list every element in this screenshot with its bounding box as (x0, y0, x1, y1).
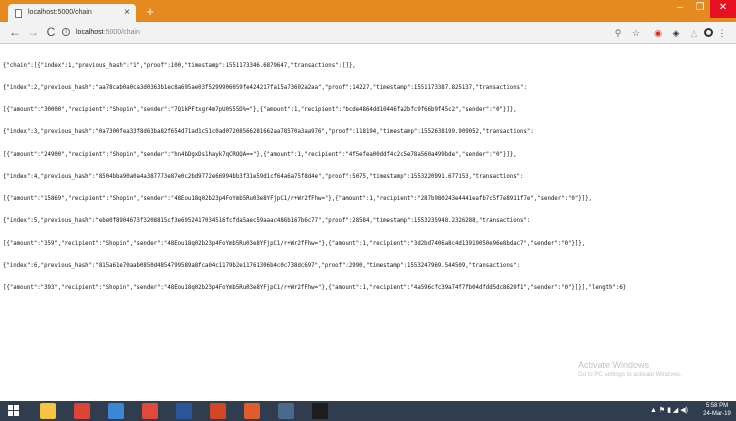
tab-close-icon[interactable]: × (124, 7, 130, 18)
file-explorer-icon[interactable] (40, 403, 56, 419)
url-host: localhost (76, 29, 104, 36)
tools-icon[interactable] (244, 403, 260, 419)
activate-windows-watermark: Activate Windows Go to PC settings to ac… (578, 360, 682, 380)
search-icon[interactable]: ⚲ (612, 27, 624, 39)
clock[interactable]: 5:58 PM 24-Mar-19 (698, 403, 736, 418)
json-line: {"index":6,"previous_hash":"815a61e70aab… (3, 262, 521, 269)
page-icon (15, 9, 22, 18)
json-line: {"chain":[{"index":1,"previous_hash":"1"… (3, 62, 356, 69)
powerpoint-icon[interactable] (210, 403, 226, 419)
tab-title: localhost:5000/chain (28, 9, 92, 16)
clock-date: 24-Mar-19 (703, 410, 731, 417)
extension-icon-3[interactable]: △ (688, 27, 700, 39)
address-bar[interactable]: i localhost:5000/chain (62, 25, 642, 41)
chrome-icon[interactable] (74, 403, 90, 419)
extension-icon[interactable]: ◉ (652, 27, 664, 39)
extension-icon-2[interactable]: ◈ (670, 27, 682, 39)
profile-avatar-icon[interactable] (702, 27, 714, 39)
minimize-button[interactable]: – (670, 0, 690, 18)
browser-toolbar: ← → C i localhost:5000/chain ⚲ ☆ ◉ ◈ △ ⋮ (0, 22, 736, 44)
bookmark-star-icon[interactable]: ☆ (630, 27, 642, 39)
media-player-icon[interactable] (108, 403, 124, 419)
browser-title-bar: localhost:5000/chain × + – ❐ ✕ (0, 0, 736, 22)
json-response: {"chain":[{"index":1,"previous_hash":"1"… (3, 48, 733, 307)
info-icon[interactable]: i (62, 28, 70, 37)
json-line: {"index":4,"previous_hash":"8504bba90a0a… (3, 173, 524, 180)
new-tab-button[interactable]: + (140, 5, 160, 19)
page-content: {"chain":[{"index":1,"previous_hash":"1"… (0, 45, 736, 401)
close-window-button[interactable]: ✕ (710, 0, 736, 18)
json-line: [{"amount":"359","recipient":"Shopin","s… (3, 240, 586, 247)
menu-icon[interactable]: ⋮ (716, 27, 728, 39)
json-line: {"index":5,"previous_hash":"ebe0f8904673… (3, 218, 531, 225)
json-line: {"index":2,"previous_hash":"aa78cab0a0ca… (3, 85, 527, 92)
url-path: :5000/chain (103, 29, 140, 36)
back-arrow-icon[interactable]: ← (8, 25, 22, 39)
system-tray[interactable]: ▲ ⚑ ▮ ◢ ◀) (650, 405, 688, 417)
json-line: [{"amount":"24900","recipient":"Shopin",… (3, 151, 517, 158)
watermark-title: Activate Windows (578, 360, 650, 370)
taskbar: ▲ ⚑ ▮ ◢ ◀) 5:58 PM 24-Mar-19 (0, 401, 736, 421)
browser-tab[interactable]: localhost:5000/chain × (8, 4, 136, 22)
word-icon[interactable] (176, 403, 192, 419)
terminal-icon[interactable] (312, 403, 328, 419)
windows-start-icon[interactable] (8, 405, 20, 417)
paint-icon[interactable] (142, 403, 158, 419)
reload-icon[interactable]: C (44, 25, 58, 39)
json-line: {"index":3,"previous_hash":"0a7300fea33f… (3, 129, 534, 136)
json-line: [{"amount":"393","recipient":"Shopin","s… (3, 285, 627, 291)
json-line: [{"amount":"30000","recipient":"Shopin",… (3, 107, 517, 114)
maximize-button[interactable]: ❐ (690, 0, 710, 18)
json-line: [{"amount":"15869","recipient":"Shopin",… (3, 196, 592, 203)
watermark-subtitle: Go to PC settings to activate Windows. (578, 372, 682, 378)
settings-icon[interactable] (278, 403, 294, 419)
forward-arrow-icon[interactable]: → (26, 25, 40, 39)
clock-time: 5:58 PM (705, 403, 729, 409)
